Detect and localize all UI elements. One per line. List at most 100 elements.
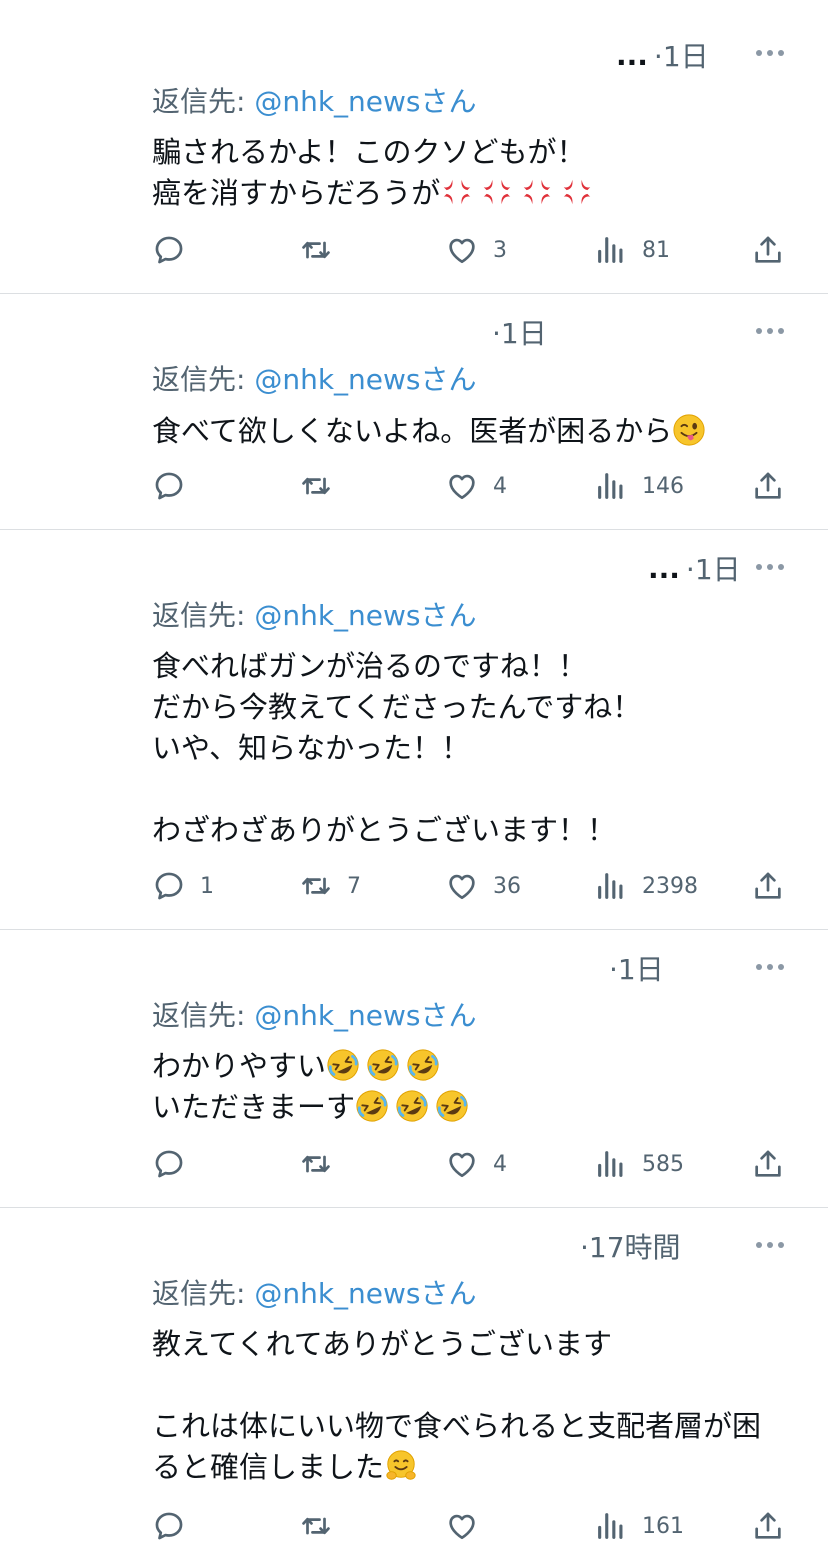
rofl-emoji <box>326 1048 360 1082</box>
view-count: 585 <box>642 1151 684 1177</box>
like-button[interactable]: 4 <box>445 1144 507 1184</box>
share-button[interactable] <box>751 230 785 270</box>
views-button[interactable]: 146 <box>594 466 684 506</box>
tweet-meta: ... ·1日 <box>648 548 741 588</box>
reply-to-handle[interactable]: @nhk_news <box>254 363 420 396</box>
tweet-text: 騙されるかよ！このクソどもが！ 癌を消すからだろうが <box>152 132 600 214</box>
reply-icon <box>152 469 186 503</box>
view-count: 146 <box>642 473 684 499</box>
reply-to-line: 返信先: @nhk_newsさん <box>152 594 477 634</box>
like-button[interactable]: 4 <box>445 466 507 506</box>
more-options-icon[interactable] <box>756 48 786 58</box>
share-button[interactable] <box>751 1144 785 1184</box>
avatar[interactable] <box>30 30 120 120</box>
reply-to-handle[interactable]: @nhk_news <box>254 999 420 1032</box>
like-count: 4 <box>493 473 507 499</box>
author-truncated[interactable]: ... <box>648 552 680 585</box>
share-button[interactable] <box>751 466 785 506</box>
like-count: 3 <box>493 237 507 263</box>
reply-icon <box>152 869 186 903</box>
anger-emoji <box>560 175 594 209</box>
anger-emoji <box>480 175 514 209</box>
timestamp[interactable]: ·1日 <box>654 35 709 75</box>
avatar[interactable] <box>30 1238 120 1328</box>
winking-tongue-emoji <box>672 413 706 447</box>
timestamp[interactable]: ·1日 <box>686 548 741 588</box>
views-button[interactable]: 161 <box>594 1506 684 1546</box>
heart-icon <box>445 1147 479 1181</box>
tweet-meta: ·1日 <box>603 948 664 988</box>
tweet-card[interactable]: ·1日 返信先: @nhk_newsさん 食べて欲しくないよね。医者が困るから … <box>0 294 828 530</box>
reply-count: 1 <box>200 873 214 899</box>
action-bar: 4 146 <box>0 466 828 506</box>
tweet-text: わかりやすい いただきまーす <box>152 1046 475 1128</box>
tweet-text: 食べて欲しくないよね。医者が困るから <box>152 411 712 452</box>
retweet-button[interactable] <box>299 230 347 270</box>
like-button[interactable]: 36 <box>445 866 521 906</box>
tweet-text: 教えてくれてありがとうございます これは体にいい物で食べられると支配者層が困 る… <box>152 1327 762 1484</box>
tweet-meta: ·1日 <box>486 312 547 352</box>
like-button[interactable] <box>445 1506 493 1546</box>
views-icon <box>594 1147 628 1181</box>
reply-button[interactable]: 1 <box>152 866 214 906</box>
author-truncated[interactable]: ... <box>616 39 648 72</box>
tweet-text: 食べればガンが治るのですね！！ だから今教えてくださったんですね！ いや、知らな… <box>152 649 642 847</box>
views-icon <box>594 469 628 503</box>
timestamp[interactable]: ·17時間 <box>580 1226 681 1266</box>
views-button[interactable]: 585 <box>594 1144 684 1184</box>
like-button[interactable]: 3 <box>445 230 507 270</box>
tweet-card[interactable]: ·17時間 返信先: @nhk_newsさん 教えてくれてありがとうございます … <box>0 1208 828 1540</box>
reply-to-line: 返信先: @nhk_newsさん <box>152 80 477 120</box>
more-options-icon[interactable] <box>756 562 786 572</box>
reply-button[interactable] <box>152 1144 200 1184</box>
views-button[interactable]: 2398 <box>594 866 698 906</box>
retweet-button[interactable]: 7 <box>299 866 361 906</box>
reply-to-label: 返信先: <box>152 999 255 1032</box>
reply-button[interactable] <box>152 1506 200 1546</box>
retweet-button[interactable] <box>299 1144 347 1184</box>
reply-to-handle[interactable]: @nhk_news <box>254 85 420 118</box>
action-bar: 161 <box>0 1506 828 1546</box>
anger-emoji <box>520 175 554 209</box>
retweet-button[interactable] <box>299 1506 347 1546</box>
heart-icon <box>445 469 479 503</box>
views-icon <box>594 233 628 267</box>
like-count: 4 <box>493 1151 507 1177</box>
retweet-count: 7 <box>347 873 361 899</box>
reply-to-line: 返信先: @nhk_newsさん <box>152 1272 477 1312</box>
tweet-card[interactable]: ... ·1日 返信先: @nhk_newsさん 騙されるかよ！このクソどもが！… <box>0 0 828 294</box>
heart-icon <box>445 1509 479 1543</box>
tweet-card[interactable]: ·1日 返信先: @nhk_newsさん わかりやすい いただきまーす 4 585 <box>0 930 828 1208</box>
reply-button[interactable] <box>152 466 200 506</box>
avatar[interactable] <box>30 560 120 650</box>
handle-suffix: さん <box>420 363 477 396</box>
reply-to-handle[interactable]: @nhk_news <box>254 1277 420 1310</box>
reply-to-label: 返信先: <box>152 599 255 632</box>
retweet-button[interactable] <box>299 466 347 506</box>
share-icon <box>751 1509 785 1543</box>
share-button[interactable] <box>751 866 785 906</box>
view-count: 161 <box>642 1513 684 1539</box>
tweet-card[interactable]: ... ·1日 返信先: @nhk_newsさん 食べればガンが治るのですね！！… <box>0 530 828 930</box>
reply-button[interactable] <box>152 230 200 270</box>
more-options-icon[interactable] <box>756 1240 786 1250</box>
more-options-icon[interactable] <box>756 326 786 336</box>
rofl-emoji <box>355 1089 389 1123</box>
views-button[interactable]: 81 <box>594 230 670 270</box>
avatar[interactable] <box>30 324 120 414</box>
more-options-icon[interactable] <box>756 962 786 972</box>
timestamp[interactable]: ·1日 <box>492 312 547 352</box>
view-count: 81 <box>642 237 670 263</box>
reply-to-line: 返信先: @nhk_newsさん <box>152 358 477 398</box>
anger-emoji <box>440 175 474 209</box>
like-count: 36 <box>493 873 521 899</box>
reply-to-label: 返信先: <box>152 363 255 396</box>
tweet-meta: ... ·1日 <box>616 35 709 75</box>
rofl-emoji <box>406 1048 440 1082</box>
avatar[interactable] <box>30 960 120 1050</box>
timestamp[interactable]: ·1日 <box>609 948 664 988</box>
hugging-emoji <box>384 1449 418 1483</box>
share-button[interactable] <box>751 1506 785 1546</box>
reply-to-handle[interactable]: @nhk_news <box>254 599 420 632</box>
share-icon <box>751 469 785 503</box>
